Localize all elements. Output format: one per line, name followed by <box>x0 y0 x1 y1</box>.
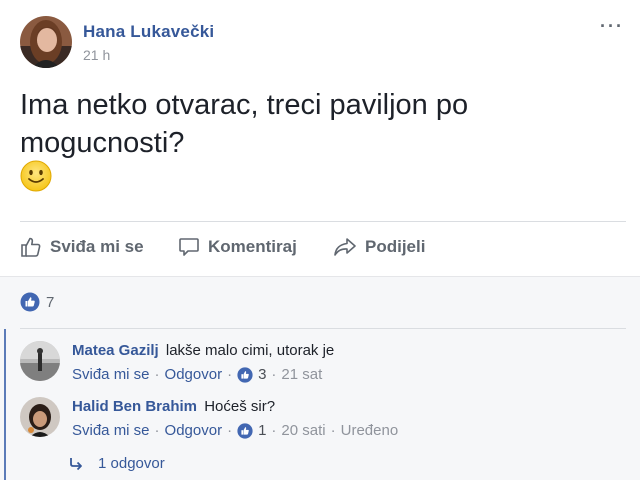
separator-dot: · <box>154 366 160 383</box>
comment-button[interactable]: Komentiraj <box>178 231 297 263</box>
comment-text: Hoćeš sir? <box>204 398 276 415</box>
comment-meta: Sviđa mi se · Odgovor · 3 · 21 sat <box>72 366 322 383</box>
commenter-name[interactable]: Matea Gazilj <box>72 342 159 359</box>
separator-dot: · <box>271 366 277 383</box>
comment-bubble-icon <box>179 238 199 256</box>
comment-like-count[interactable]: 1 <box>258 422 266 439</box>
commenter-name[interactable]: Halid Ben Brahim <box>72 398 197 415</box>
view-replies-link[interactable]: 1 odgovor <box>68 455 165 472</box>
separator-dot: · <box>227 366 233 383</box>
separator-dot: · <box>227 422 233 439</box>
thumbs-up-icon <box>21 237 41 257</box>
post-main: Hana Lukavečki 21 h ··· Ima netko otvara… <box>0 0 640 275</box>
edited-label[interactable]: Uređeno <box>341 422 399 439</box>
separator-dot: · <box>330 422 336 439</box>
commenter-avatar[interactable] <box>20 397 60 437</box>
comment-meta: Sviđa mi se · Odgovor · 1 · 20 sati · Ur… <box>72 422 398 439</box>
post-author-name[interactable]: Hana Lukavečki <box>83 22 214 42</box>
like-button[interactable]: Sviđa mi se <box>20 231 144 263</box>
comment-text: lakše malo cimi, utorak je <box>165 342 335 359</box>
reactions-summary[interactable]: 7 <box>20 292 54 312</box>
comment-like-link[interactable]: Sviđa mi se <box>72 366 150 383</box>
like-button-label: Sviđa mi se <box>50 237 144 256</box>
author-avatar[interactable] <box>20 16 72 68</box>
commenter-avatar[interactable] <box>20 341 60 381</box>
share-button[interactable]: Podijeli <box>333 231 425 263</box>
comment-time[interactable]: 21 sat <box>281 366 322 383</box>
thread-indicator <box>4 329 6 480</box>
comments-section: 7 Matea Gazilj lakše malo cimi, utorak j… <box>0 276 640 480</box>
post-card: Hana Lukavečki 21 h ··· Ima netko otvara… <box>0 0 640 480</box>
post-timestamp[interactable]: 21 h <box>83 47 110 63</box>
separator-dot: · <box>154 422 160 439</box>
post-text: Ima netko otvarac, treci paviljon po mog… <box>20 89 469 159</box>
comment-body: Matea Gazilj lakše malo cimi, utorak je <box>72 342 334 359</box>
more-dots-icon[interactable]: ··· <box>600 16 624 37</box>
smiley-emoji-icon <box>20 160 52 192</box>
like-badge-icon[interactable] <box>237 366 253 383</box>
comment-like-count[interactable]: 3 <box>258 366 266 383</box>
share-button-label: Podijeli <box>365 237 426 256</box>
comment-button-label: Komentiraj <box>208 237 297 256</box>
comment-like-link[interactable]: Sviđa mi se <box>72 422 150 439</box>
reactions-count: 7 <box>46 293 55 311</box>
separator-dot: · <box>271 422 277 439</box>
comment-time[interactable]: 20 sati <box>281 422 325 439</box>
divider <box>20 221 626 222</box>
share-arrow-icon <box>334 238 356 256</box>
comment-body: Halid Ben Brahim Hoćeš sir? <box>72 398 275 415</box>
replies-count-label: 1 odgovor <box>98 455 165 472</box>
comment-reply-link[interactable]: Odgovor <box>165 422 223 439</box>
reply-arrow-icon <box>70 457 82 470</box>
like-reaction-icon <box>20 292 40 312</box>
comment-reply-link[interactable]: Odgovor <box>165 366 223 383</box>
divider <box>20 328 626 329</box>
like-badge-icon[interactable] <box>237 422 253 439</box>
